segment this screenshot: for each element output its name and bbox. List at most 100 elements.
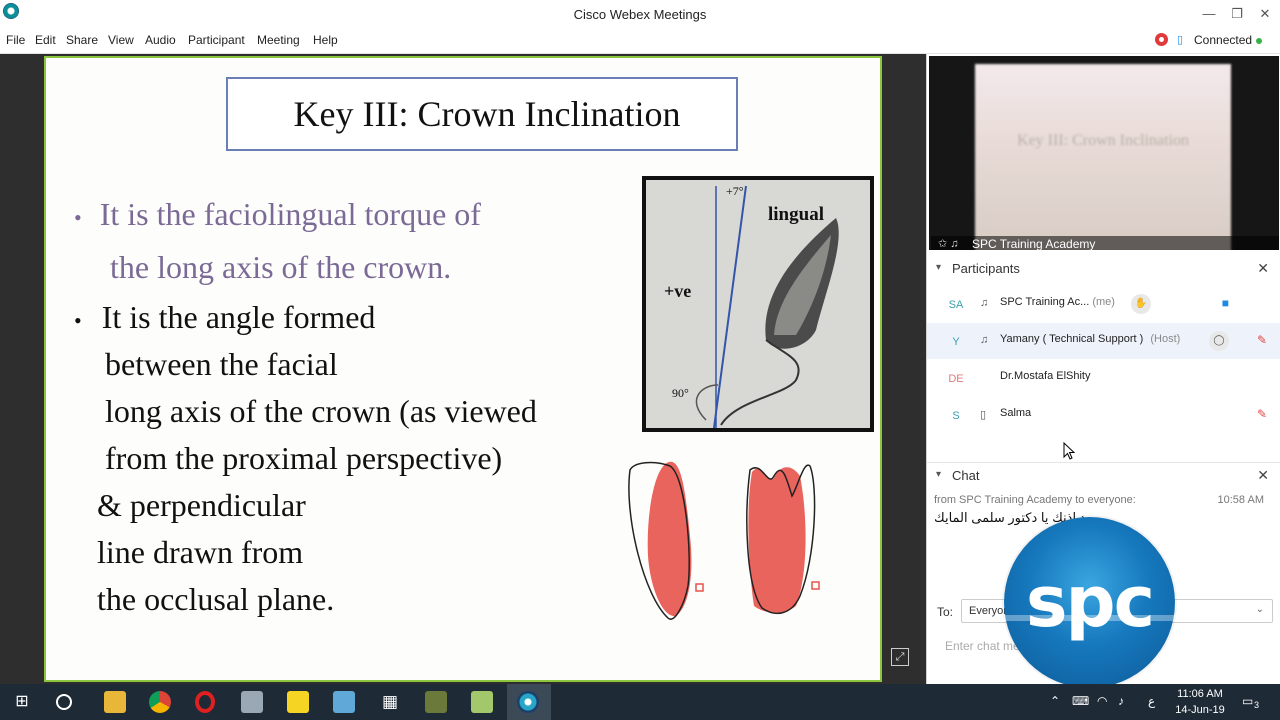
taskbar-clock[interactable]: 11:06 AM 14-Jun-19: [1172, 686, 1228, 718]
windows-taskbar: ⊞ ▦ ⌃ ⌨ ◠ ♪ ع 11:06 AM 14-Jun-19 ▭ 3: [0, 684, 1280, 720]
bullet-1-text: It is the faciolingual torque of: [99, 196, 481, 232]
search-icon[interactable]: [56, 694, 72, 710]
menu-audio[interactable]: Audio: [145, 33, 176, 47]
bullet-1: • It is the faciolingual torque of: [74, 191, 481, 241]
headset-icon: ♫: [980, 334, 989, 346]
menu-share[interactable]: Share: [66, 33, 98, 47]
participants-header[interactable]: ▾ Participants ✕: [927, 256, 1280, 282]
active-speaker-video[interactable]: Key III: Crown Inclination ✩ ♫ SPC Train…: [929, 56, 1279, 250]
chat-to-label: To:: [937, 605, 954, 619]
calculator-icon[interactable]: ▦: [379, 691, 401, 713]
menu-view[interactable]: View: [108, 33, 134, 47]
bullet-2-line: from the proximal perspective): [105, 440, 503, 476]
video-projection: Key III: Crown Inclination: [975, 64, 1231, 250]
notifications-count: 3: [1254, 700, 1260, 710]
chevron-down-icon[interactable]: ▾: [936, 469, 941, 480]
recording-icon[interactable]: [1155, 33, 1168, 46]
webex-taskbar-icon[interactable]: [517, 691, 539, 713]
close-participants-icon[interactable]: ✕: [1257, 260, 1269, 277]
connection-indicator-icon: [1256, 38, 1262, 44]
wifi-icon[interactable]: ◠: [1097, 694, 1107, 708]
figure-angle-top: +7°: [726, 184, 744, 198]
tray-chevron-icon[interactable]: ⌃: [1050, 694, 1060, 708]
bullet-2-line: the occlusal plane.: [97, 581, 335, 617]
bullet-2-text: It is the angle formed: [101, 299, 376, 335]
mic-muted-icon[interactable]: ✎: [1257, 333, 1267, 347]
menu-file[interactable]: File: [6, 33, 25, 47]
taskbar-date: 14-Jun-19: [1175, 704, 1225, 716]
mouse-cursor-icon: [1063, 442, 1075, 460]
bullet-2-line: line drawn from: [97, 534, 304, 570]
chat-title: Chat: [952, 468, 980, 483]
avatar: Y: [952, 336, 960, 348]
phone-icon: ▯: [980, 409, 987, 421]
app-icon[interactable]: [425, 691, 447, 713]
participant-name: Dr.Mostafa ElShity: [1000, 370, 1091, 382]
menu-participant[interactable]: Participant: [188, 33, 245, 47]
restore-icon[interactable]: ❐: [1226, 4, 1248, 24]
input-language[interactable]: ع: [1148, 694, 1155, 708]
video-name-bar: ✩ ♫ SPC Training Academy: [931, 236, 1279, 250]
opera-icon[interactable]: [195, 691, 215, 713]
participant-name: Yamany ( Technical Support ) (Host): [1000, 333, 1181, 345]
chat-timestamp: 10:58 AM: [1217, 494, 1264, 506]
minimize-icon[interactable]: —: [1198, 4, 1220, 24]
app-icon[interactable]: [241, 691, 263, 713]
video-speaker-name: SPC Training Academy: [972, 237, 1096, 250]
spc-logo: spc: [1004, 517, 1175, 688]
chevron-down-icon[interactable]: ▾: [936, 262, 941, 273]
bullet-2-line: between the facial: [105, 346, 338, 382]
window-title: Cisco Webex Meetings: [573, 7, 707, 22]
webex-window: Cisco Webex Meetings — ❐ ✕ File Edit Sha…: [0, 0, 1280, 720]
chat-sender: from SPC Training Academy to everyone:: [934, 494, 1136, 506]
participants-title: Participants: [952, 261, 1020, 276]
chrome-icon[interactable]: [149, 691, 171, 713]
title-bar: Cisco Webex Meetings — ❐ ✕: [0, 0, 1280, 29]
participant-row[interactable]: DE Dr.Mostafa ElShity: [927, 360, 1280, 396]
file-explorer-icon[interactable]: [104, 691, 126, 713]
chat-bubble-icon[interactable]: ◯: [1209, 331, 1229, 351]
connection-info-icon[interactable]: ▯: [1177, 33, 1183, 46]
headset-icon: ♫: [980, 297, 989, 309]
avatar: S: [952, 410, 960, 422]
participant-row[interactable]: SA ♫ SPC Training Ac... (me) ✋ ■: [927, 286, 1280, 322]
avatar: DE: [948, 373, 964, 385]
chat-header[interactable]: ▾ Chat ✕: [927, 462, 1280, 488]
raise-hand-icon[interactable]: ✋: [1131, 294, 1151, 314]
app-icon[interactable]: [471, 691, 493, 713]
menu-meeting[interactable]: Meeting: [257, 33, 300, 47]
bullet-2-line: long axis of the crown (as viewed: [105, 393, 537, 429]
presentation-slide: Key III: Crown Inclination • It is the f…: [44, 56, 882, 682]
taskbar-time: 11:06 AM: [1177, 688, 1223, 700]
slide-title: Key III: Crown Inclination: [293, 94, 681, 134]
close-icon[interactable]: ✕: [1254, 4, 1276, 24]
bullet-dot-icon: •: [74, 205, 82, 231]
figure-label-angle: 90°: [672, 386, 689, 400]
spc-logo-text: spc: [1025, 561, 1155, 643]
video-camera-icon[interactable]: ■: [1222, 296, 1229, 310]
video-pin-icon[interactable]: ✩ ♫: [938, 236, 959, 250]
figure-label-positive: +ve: [664, 281, 692, 301]
participant-name: Salma: [1000, 407, 1032, 419]
keyboard-icon[interactable]: ⌨: [1072, 694, 1089, 708]
participant-row[interactable]: S ▯ Salma ✎: [927, 397, 1280, 433]
menu-edit[interactable]: Edit: [35, 33, 56, 47]
crown-inclination-figure: +7° lingual +ve 90°: [642, 176, 874, 432]
sticky-notes-icon[interactable]: [287, 691, 309, 713]
participant-row[interactable]: Y ♫ Yamany ( Technical Support ) (Host) …: [927, 323, 1280, 359]
bullet-dot-icon: •: [74, 308, 82, 334]
video-slide-text: Key III: Crown Inclination: [1017, 132, 1189, 149]
mic-muted-icon[interactable]: ✎: [1257, 407, 1267, 421]
close-chat-icon[interactable]: ✕: [1257, 467, 1269, 484]
figure-label-lingual: lingual: [768, 204, 824, 225]
windows-start-icon[interactable]: ⊞: [11, 691, 33, 713]
fullscreen-content-icon[interactable]: ⤢: [891, 648, 909, 666]
menu-help[interactable]: Help: [313, 33, 338, 47]
slide-title-box: Key III: Crown Inclination: [226, 77, 738, 151]
menu-bar: File Edit Share View Audio Participant M…: [0, 29, 1280, 54]
avatar: SA: [948, 299, 964, 311]
participant-name: SPC Training Ac... (me): [1000, 296, 1115, 308]
app-icon[interactable]: [333, 691, 355, 713]
notifications-icon[interactable]: ▭: [1242, 694, 1253, 708]
volume-icon[interactable]: ♪: [1118, 694, 1124, 708]
